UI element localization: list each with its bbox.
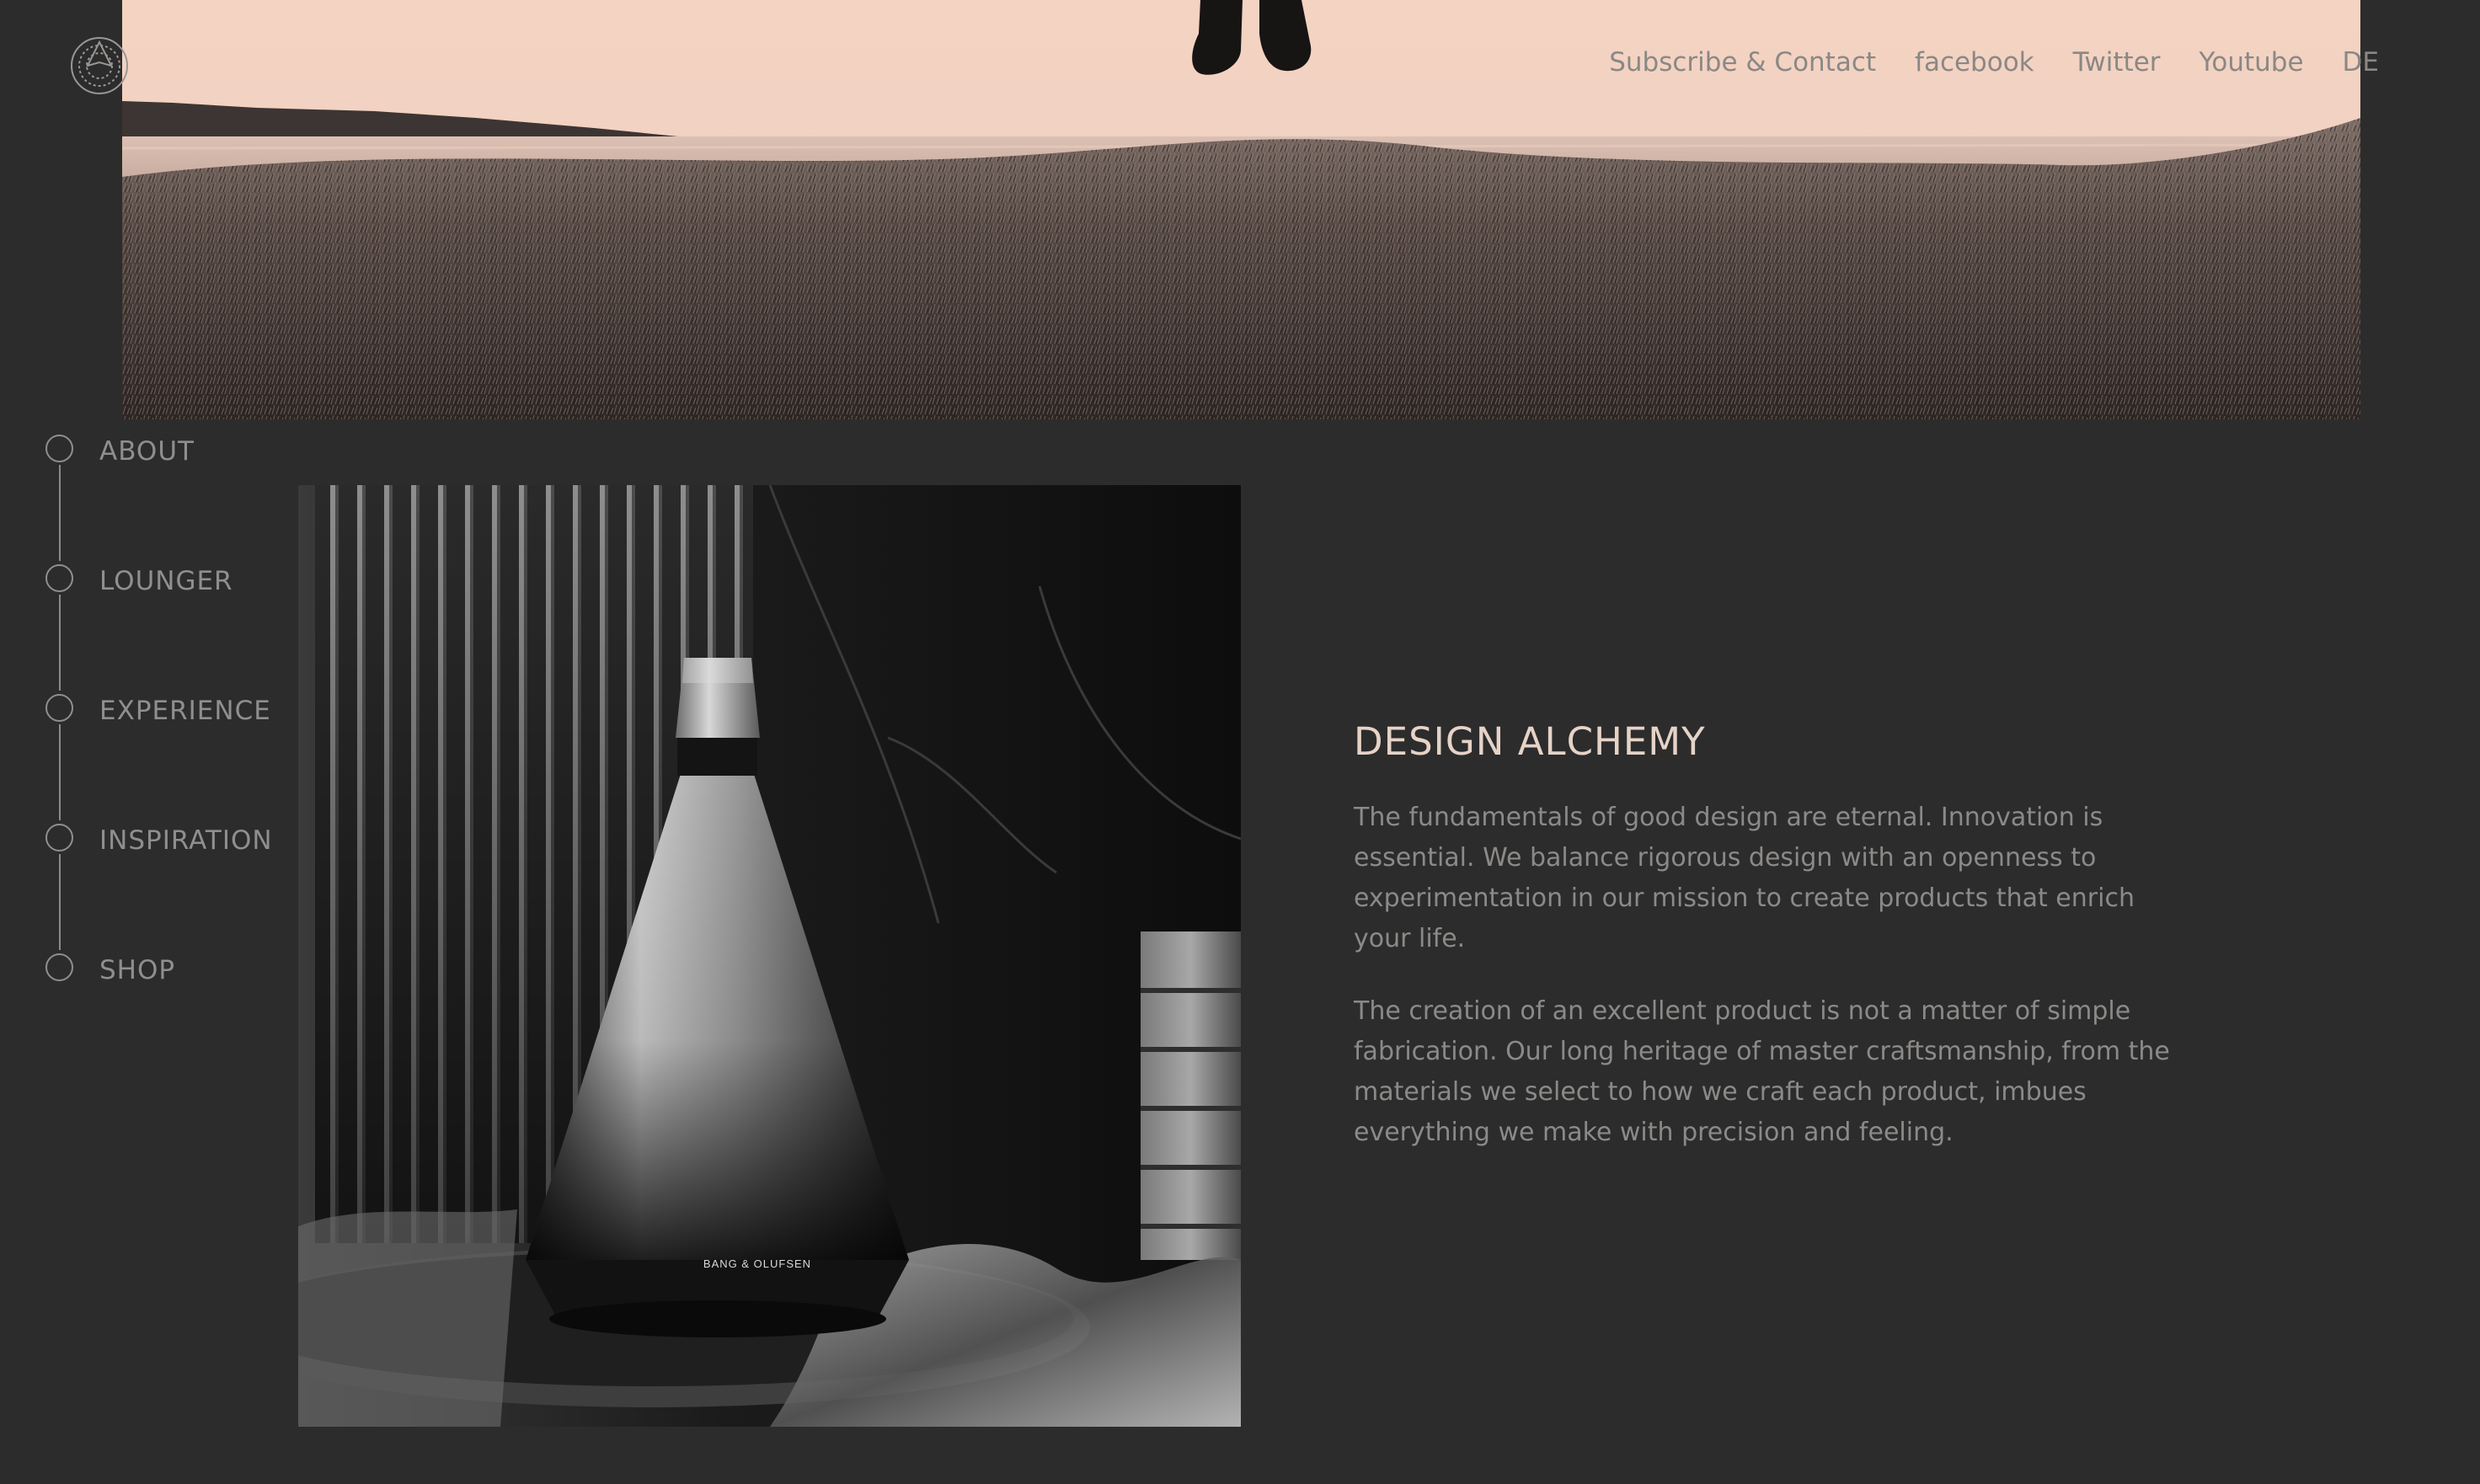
nav-dot-icon[interactable] bbox=[45, 564, 73, 592]
nav-connector-line bbox=[59, 595, 61, 691]
nav-connector-line bbox=[59, 854, 61, 950]
nav-dot-icon[interactable] bbox=[45, 694, 73, 722]
design-alchemy-section: DESIGN ALCHEMY The fundamentals of good … bbox=[1354, 719, 2196, 1185]
nav-link-subscribe-contact[interactable]: Subscribe & Contact bbox=[1609, 47, 1876, 77]
side-nav-label[interactable]: INSPIRATION bbox=[99, 825, 273, 856]
side-nav-item-about[interactable]: ABOUT bbox=[45, 433, 298, 563]
side-nav-label[interactable]: SHOP bbox=[99, 955, 175, 985]
product-brand-text: BANG & OLUFSEN bbox=[703, 1257, 811, 1270]
side-nav-label[interactable]: LOUNGER bbox=[99, 566, 233, 596]
page: Subscribe & Contact facebook Twitter You… bbox=[0, 0, 2480, 1484]
side-nav-item-lounger[interactable]: LOUNGER bbox=[45, 563, 298, 692]
brand-emblem-icon[interactable] bbox=[67, 34, 131, 98]
side-nav-label[interactable]: EXPERIENCE bbox=[99, 696, 271, 726]
top-navigation: Subscribe & Contact facebook Twitter You… bbox=[1609, 47, 2379, 77]
nav-dot-icon[interactable] bbox=[45, 953, 73, 981]
product-image: BANG & OLUFSEN bbox=[298, 485, 1241, 1427]
nav-link-youtube[interactable]: Youtube bbox=[2199, 47, 2304, 77]
side-nav-item-shop[interactable]: SHOP bbox=[45, 952, 298, 1081]
nav-connector-line bbox=[59, 724, 61, 820]
side-nav-label[interactable]: ABOUT bbox=[99, 436, 195, 467]
nav-link-facebook[interactable]: facebook bbox=[1915, 47, 2034, 77]
section-paragraph: The fundamentals of good design are eter… bbox=[1354, 803, 2135, 953]
nav-dot-icon[interactable] bbox=[45, 435, 73, 462]
nav-connector-line bbox=[59, 465, 61, 561]
side-navigation: ABOUT LOUNGER EXPERIENCE INSPIRATION SHO… bbox=[45, 433, 298, 1081]
section-paragraph: The creation of an excellent product is … bbox=[1354, 996, 2170, 1147]
nav-dot-icon[interactable] bbox=[45, 824, 73, 851]
side-nav-item-inspiration[interactable]: INSPIRATION bbox=[45, 822, 298, 952]
section-title: DESIGN ALCHEMY bbox=[1354, 719, 1706, 764]
language-switch-de[interactable]: DE bbox=[2343, 47, 2379, 77]
side-nav-item-experience[interactable]: EXPERIENCE bbox=[45, 692, 298, 822]
nav-link-twitter[interactable]: Twitter bbox=[2073, 47, 2161, 77]
